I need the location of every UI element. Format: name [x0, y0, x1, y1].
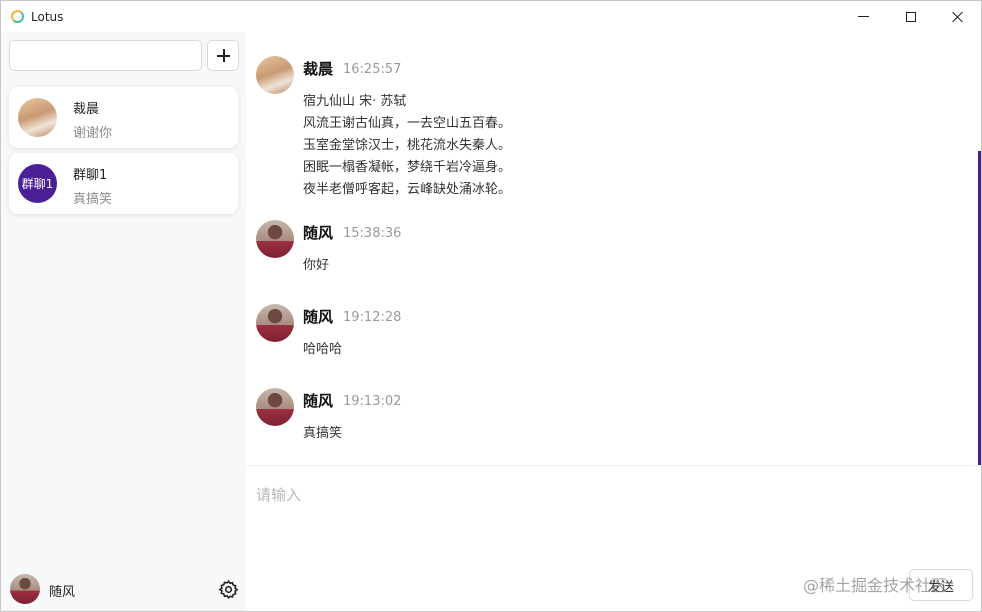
- user-name: 随风: [49, 585, 76, 600]
- close-button[interactable]: [934, 1, 981, 32]
- sender-name: 随风: [303, 224, 334, 242]
- message-body: 你好: [303, 255, 329, 277]
- sender-avatar: [256, 56, 294, 94]
- message-line: 夜半老僧呼客起，云峰缺处涌冰轮。: [303, 182, 512, 197]
- conversation-item[interactable]: 群聊1 群聊1 真搞笑: [9, 153, 238, 214]
- conversation-name: 裁晨: [73, 102, 100, 117]
- sender-avatar: [256, 304, 294, 342]
- add-button[interactable]: [207, 40, 239, 71]
- message-line: 玉室金堂馀汉士，桃花流水失秦人。: [303, 138, 512, 153]
- search-row: [9, 40, 239, 71]
- conversation-list: 裁晨 谢谢你 群聊1 群聊1 真搞笑: [9, 87, 238, 219]
- avatar: [18, 98, 57, 137]
- sender-name: 随风: [303, 392, 334, 410]
- message-time: 19:12:28: [343, 310, 402, 325]
- message-item: 裁晨 16:25:57 宿九仙山 宋· 苏轼 风流王谢古仙真，一去空山五百春。 …: [256, 56, 956, 197]
- search-input[interactable]: [9, 40, 202, 71]
- message-item: 随风 19:13:02 真搞笑: [256, 388, 956, 450]
- minimize-icon: [858, 16, 869, 17]
- message-item: 随风 19:12:28 哈哈哈: [256, 304, 956, 366]
- message-body: 真搞笑: [303, 423, 342, 445]
- message-body: 哈哈哈: [303, 339, 342, 361]
- plus-icon: [217, 49, 230, 62]
- message-item: 随风 15:38:36 你好: [256, 220, 956, 282]
- app-window: Lotus 裁晨 谢谢你 群聊1 群聊1 真搞笑 随风 裁晨 16:25:57 …: [0, 0, 982, 612]
- sidebar: 裁晨 谢谢你 群聊1 群聊1 真搞笑 随风: [1, 32, 246, 611]
- sender-avatar: [256, 388, 294, 426]
- message-body: 宿九仙山 宋· 苏轼 风流王谢古仙真，一去空山五百春。 玉室金堂馀汉士，桃花流水…: [303, 91, 511, 201]
- maximize-icon: [905, 11, 916, 22]
- title-bar: Lotus: [1, 1, 981, 32]
- app-title: Lotus: [31, 9, 64, 24]
- app-logo-icon: [11, 10, 24, 23]
- message-line: 困眠一榻香凝帐，梦绕千岩冷逼身。: [303, 160, 512, 175]
- message-time: 15:38:36: [343, 226, 402, 241]
- user-bar: 随风: [10, 574, 239, 606]
- minimize-button[interactable]: [840, 1, 887, 32]
- message-time: 19:13:02: [343, 394, 402, 409]
- conversation-item[interactable]: 裁晨 谢谢你: [9, 87, 238, 148]
- message-panel[interactable]: 裁晨 16:25:57 宿九仙山 宋· 苏轼 风流王谢古仙真，一去空山五百春。 …: [246, 32, 981, 467]
- composer: 发送 @稀土掘金技术社区: [246, 466, 981, 611]
- conversation-name: 群聊1: [73, 168, 108, 183]
- gear-icon[interactable]: [218, 579, 239, 600]
- watermark-text: @稀土掘金技术社区: [803, 576, 948, 595]
- maximize-button[interactable]: [887, 1, 934, 32]
- message-line: 哈哈哈: [303, 342, 343, 357]
- conversation-preview: 真搞笑: [73, 192, 113, 207]
- message-line: 你好: [303, 258, 330, 273]
- message-line: 真搞笑: [303, 426, 343, 441]
- message-time: 16:25:57: [343, 62, 402, 77]
- scrollbar-thumb[interactable]: [978, 151, 981, 467]
- window-controls: [840, 1, 981, 32]
- user-avatar[interactable]: [10, 574, 40, 604]
- sender-avatar: [256, 220, 294, 258]
- close-icon: [952, 11, 964, 23]
- sender-name: 裁晨: [303, 60, 334, 78]
- sender-name: 随风: [303, 308, 334, 326]
- message-line: 宿九仙山 宋· 苏轼: [303, 94, 407, 109]
- group-avatar: 群聊1: [18, 164, 57, 203]
- message-input[interactable]: [256, 484, 956, 574]
- message-line: 风流王谢古仙真，一去空山五百春。: [303, 116, 512, 131]
- conversation-preview: 谢谢你: [73, 126, 113, 141]
